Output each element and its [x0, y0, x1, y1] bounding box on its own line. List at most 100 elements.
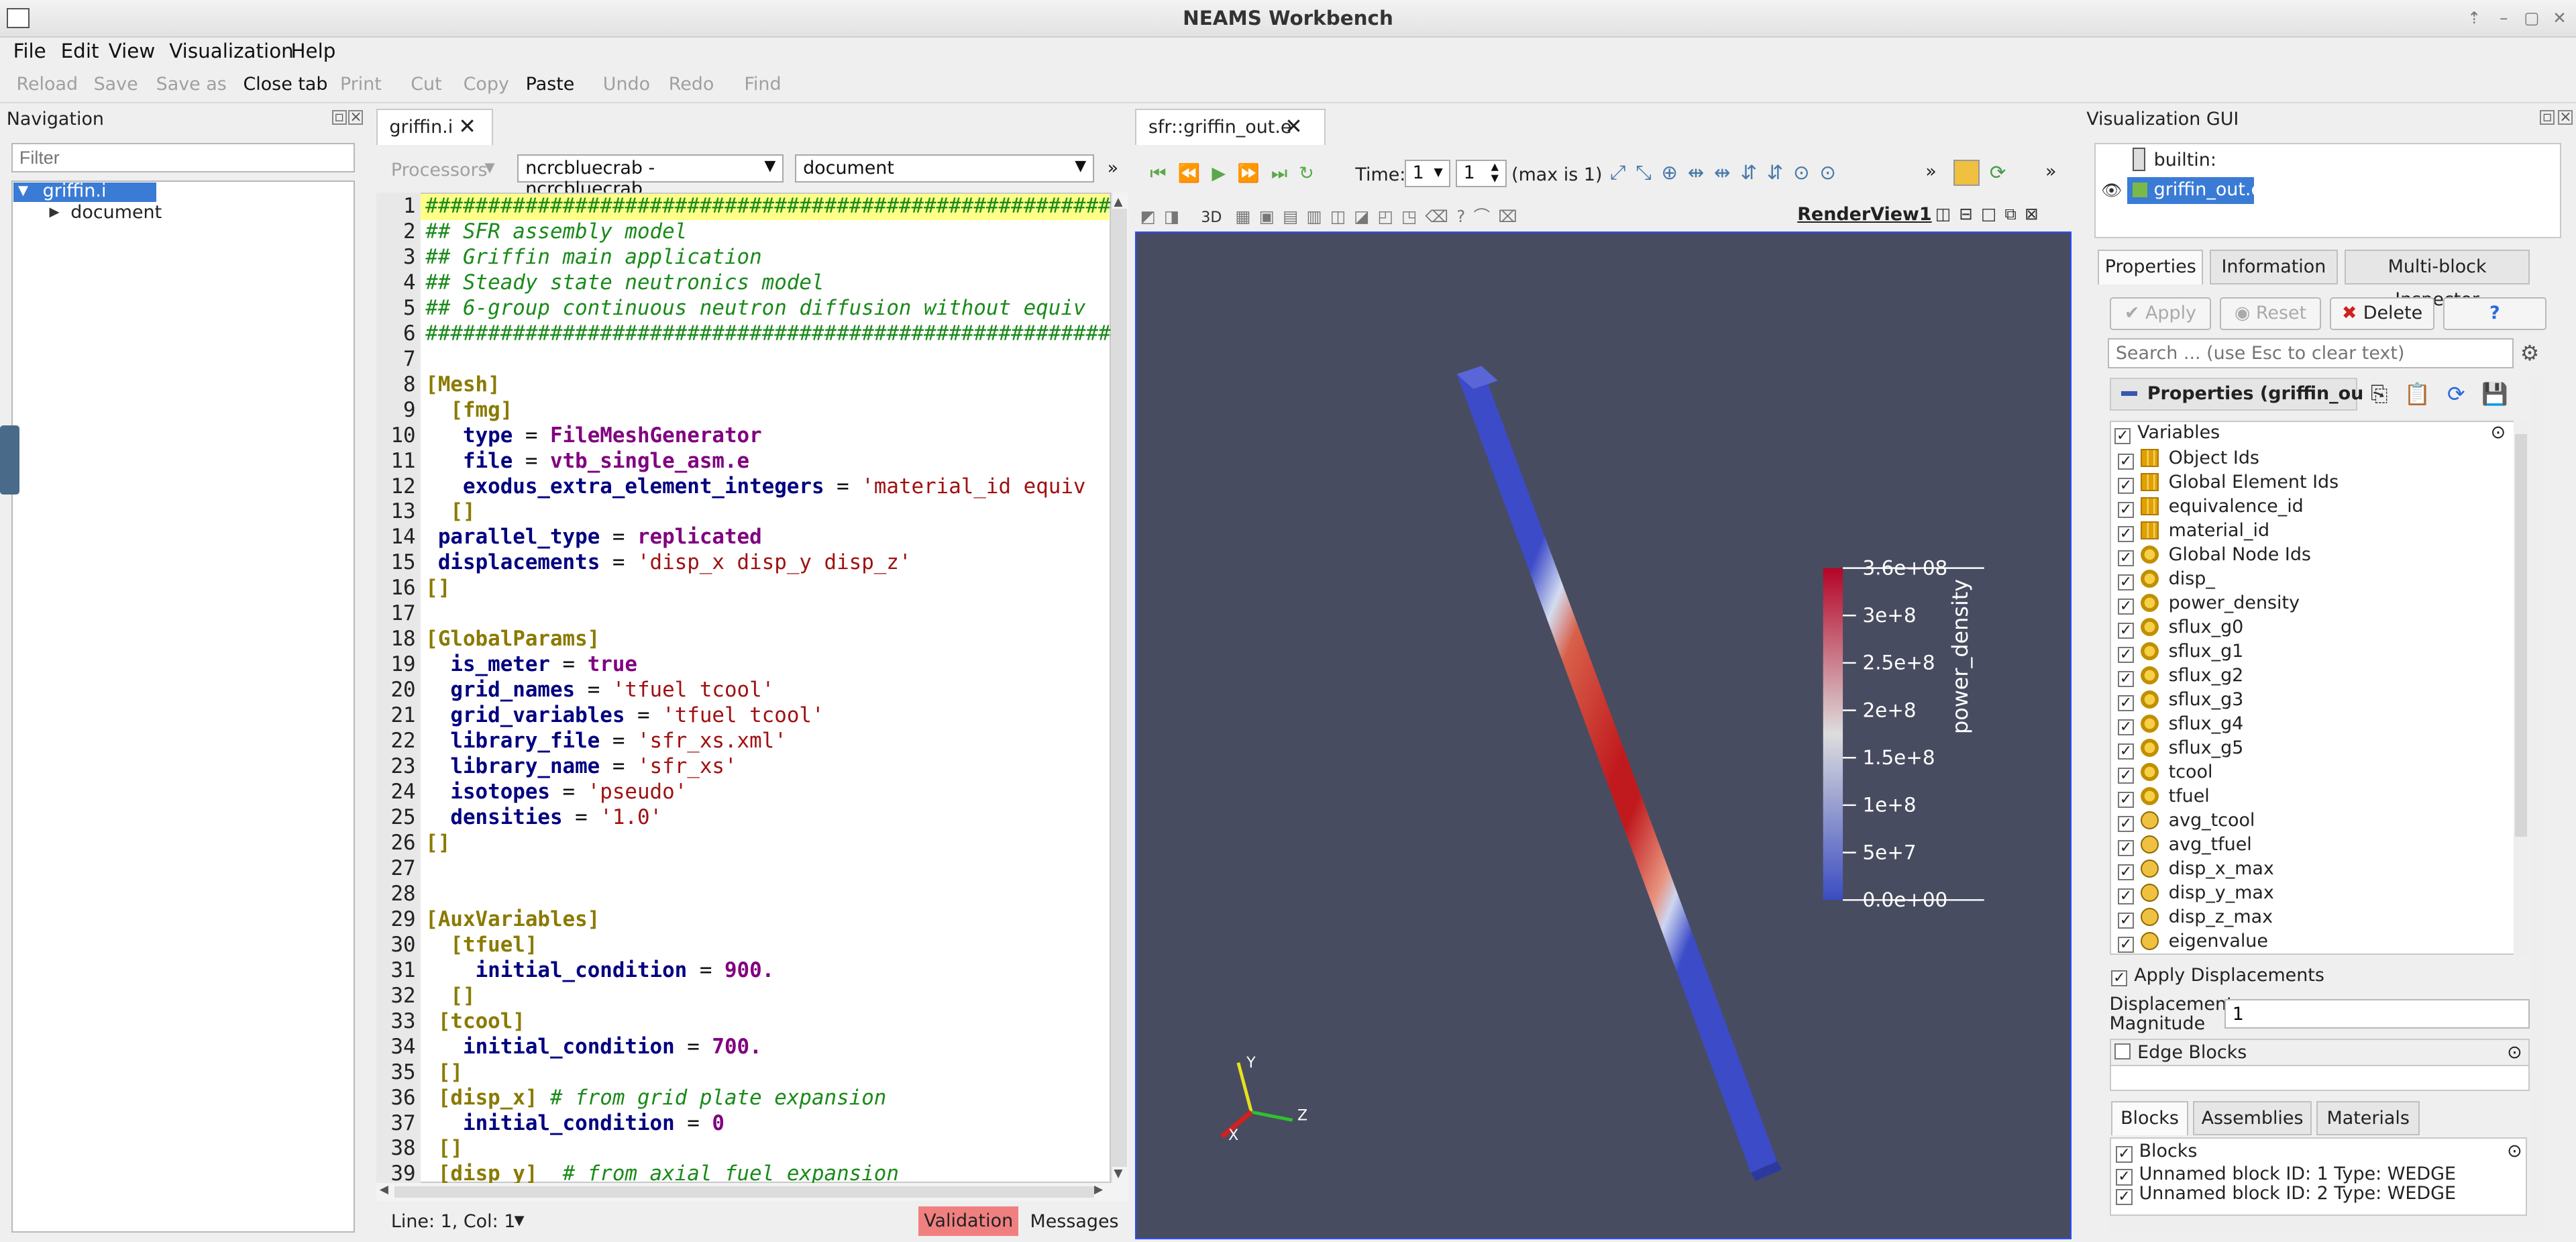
variable-checkbox[interactable]: ✓ [2117, 646, 2135, 664]
variable-checkbox[interactable]: ✓ [2117, 719, 2135, 736]
status-dropdown-icon[interactable]: ▼ [515, 1212, 525, 1228]
loop-icon[interactable]: ↻ [1299, 163, 1326, 184]
code-line[interactable]: ## Steady state neutronics model [425, 270, 824, 296]
variable-item[interactable]: ✓ disp_y_max [2117, 882, 2274, 905]
interactive-select-icon[interactable]: ◫ [1330, 207, 1354, 226]
edge-blocks-checkbox[interactable] [2114, 1043, 2131, 1060]
code-line[interactable]: initial_condition = 900. [425, 958, 775, 984]
last-frame-icon[interactable]: ⏭ [1271, 163, 1299, 184]
code-line[interactable]: is_meter = true [425, 652, 637, 678]
variable-item[interactable]: ✓ Object Ids [2117, 447, 2259, 470]
variable-item[interactable]: ✓ Global Element Ids [2117, 471, 2339, 495]
code-line[interactable]: [tcool] [425, 1009, 525, 1035]
copy-button[interactable]: Copy [464, 74, 509, 95]
render-view[interactable]: 3.6e+08 3e+8 2.5e+8 2e+8 1.5e+8 1e+8 5e+7 0.0e+… [1135, 231, 2072, 1239]
processors-label[interactable]: Processors [391, 160, 488, 180]
variable-checkbox[interactable]: ✓ [2117, 839, 2135, 857]
variable-checkbox[interactable]: ✓ [2117, 477, 2135, 495]
close-tab-button[interactable]: Close tab [243, 74, 327, 95]
edge-blocks-option[interactable]: Edge Blocks [2114, 1042, 2247, 1063]
code-line[interactable]: library_file = 'sfr_xs.xml' [425, 729, 786, 754]
trash-icon[interactable]: ⌧ [1498, 207, 1525, 226]
print-button[interactable]: Print [340, 74, 382, 95]
shrink-selection-icon[interactable]: ◳ [1401, 207, 1425, 226]
code-line[interactable]: library_name = 'sfr_xs' [425, 754, 737, 780]
scroll-right-icon[interactable]: ▶ [1094, 1183, 1103, 1196]
time-select[interactable]: 1 ▼ [1404, 159, 1451, 188]
variable-item[interactable]: ✓ sflux_g5 [2117, 737, 2243, 760]
code-line[interactable]: type = FileMeshGenerator [425, 423, 762, 449]
tab-multiblock-inspector[interactable]: Multi-block Inspector [2344, 250, 2530, 310]
ruler-icon[interactable]: ⌒ [1473, 207, 1498, 226]
block-item[interactable]: ✓ Unnamed block ID: 1 Type: WEDGE [2116, 1163, 2456, 1186]
close-view-icon[interactable]: ⊠ [2025, 204, 2047, 223]
clear-selection-icon[interactable]: ⌫ [1425, 207, 1456, 226]
blocks-collapse-icon[interactable]: ⊙ [2507, 1141, 2522, 1161]
variable-item[interactable]: ✓ avg_tfuel [2117, 833, 2252, 857]
minimize-icon[interactable]: – [2492, 7, 2515, 30]
code-line[interactable]: [] [425, 1060, 463, 1086]
set-view-minus-x-icon[interactable]: ⇹ [1714, 161, 1740, 184]
variable-item[interactable]: ✓ disp_x_max [2117, 858, 2274, 881]
variable-checkbox[interactable]: ✓ [2117, 936, 2135, 953]
select-frustum-icon[interactable]: ▣ [1259, 207, 1283, 226]
advanced-gear-icon[interactable]: ⚙ [2520, 340, 2540, 366]
variable-checkbox[interactable]: ✓ [2117, 694, 2135, 712]
refresh-icon[interactable]: ⟳ [2447, 381, 2481, 407]
set-view-minus-y-icon[interactable]: ⇵ [1767, 161, 1793, 184]
play-icon[interactable]: ▶ [1212, 163, 1237, 184]
reload-button[interactable]: Reload [16, 74, 78, 95]
code-line[interactable]: [] [425, 499, 475, 525]
maximize-view-icon[interactable]: □ [1981, 204, 2004, 223]
variable-item[interactable]: ✓ sflux_g1 [2117, 640, 2243, 664]
code-line[interactable]: file = vtb_single_asm.e [425, 449, 749, 474]
variable-item[interactable]: ✓ material_id [2117, 519, 2269, 543]
menu-file[interactable]: File [13, 40, 46, 62]
variable-checkbox[interactable]: ✓ [2117, 574, 2135, 591]
code-line[interactable]: grid_names = 'tfuel tcool' [425, 678, 774, 703]
set-view-x-icon[interactable]: ⇹ [1688, 161, 1714, 184]
variable-item[interactable]: ✓ Global Node Ids [2117, 544, 2311, 567]
variables-header[interactable]: ✓ Variables [2114, 422, 2220, 445]
paste-icon[interactable]: 📋 [2404, 381, 2447, 407]
code-line[interactable]: isotopes = 'pseudo' [425, 780, 687, 805]
menu-visualization[interactable]: Visualization [169, 40, 294, 62]
messages-tab[interactable]: Messages [1030, 1211, 1119, 1232]
blocks-checkbox[interactable]: ✓ [2116, 1146, 2133, 1163]
variable-checkbox[interactable]: ✓ [2117, 453, 2135, 470]
save-as-button[interactable]: Save as [156, 74, 227, 95]
variable-checkbox[interactable]: ✓ [2117, 501, 2135, 519]
variable-item[interactable]: ✓ eigenvalue [2117, 930, 2268, 953]
float-icon[interactable]: ▫ [2540, 110, 2555, 125]
variables-scroll-thumb[interactable] [2515, 433, 2527, 837]
variable-checkbox[interactable]: ✓ [2117, 550, 2135, 567]
properties-search-input[interactable] [2108, 338, 2514, 368]
hover-points-icon[interactable]: ◪ [1354, 207, 1377, 226]
select-points-icon[interactable]: ◨ [1164, 207, 1187, 226]
side-dock-handle[interactable] [0, 425, 20, 495]
editor-scroll-thumb[interactable] [1112, 209, 1127, 1167]
variable-checkbox[interactable]: ✓ [2117, 767, 2135, 784]
save-icon[interactable]: 💾 [2481, 381, 2524, 407]
code-line[interactable]: grid_variables = 'tfuel tcool' [425, 703, 824, 729]
editor-hscroll-thumb[interactable] [394, 1186, 1095, 1198]
find-button[interactable]: Find [744, 74, 781, 95]
blocks-header[interactable]: ✓ Blocks [2116, 1141, 2197, 1163]
pipeline-builtin[interactable]: builtin: [2154, 150, 2216, 170]
code-line[interactable]: [AuxVariables] [425, 907, 600, 933]
validation-tab[interactable]: Validation [918, 1206, 1019, 1236]
tree-collapse-icon[interactable]: ▶ [49, 204, 59, 219]
code-line[interactable]: ########################################… [425, 194, 1110, 219]
variables-checkbox[interactable]: ✓ [2114, 427, 2131, 445]
variable-checkbox[interactable]: ✓ [2117, 598, 2135, 615]
code-line[interactable]: [] [425, 831, 450, 856]
reset-camera-icon[interactable]: ⤢ [1610, 161, 1635, 184]
select-cells-icon[interactable]: ◩ [1140, 207, 1164, 226]
split-horizontal-icon[interactable]: ◫ [1935, 204, 1959, 223]
tab-properties[interactable]: Properties [2098, 250, 2204, 284]
mode-3d-toggle[interactable]: 3D [1201, 209, 1222, 226]
block-item[interactable]: ✓ Unnamed block ID: 2 Type: WEDGE [2116, 1183, 2456, 1206]
code-line[interactable]: initial_condition = 0 [425, 1111, 724, 1137]
next-frame-icon[interactable]: ⏩ [1237, 163, 1271, 184]
panel-horizontal-scrollbar[interactable] [2108, 1216, 2545, 1231]
